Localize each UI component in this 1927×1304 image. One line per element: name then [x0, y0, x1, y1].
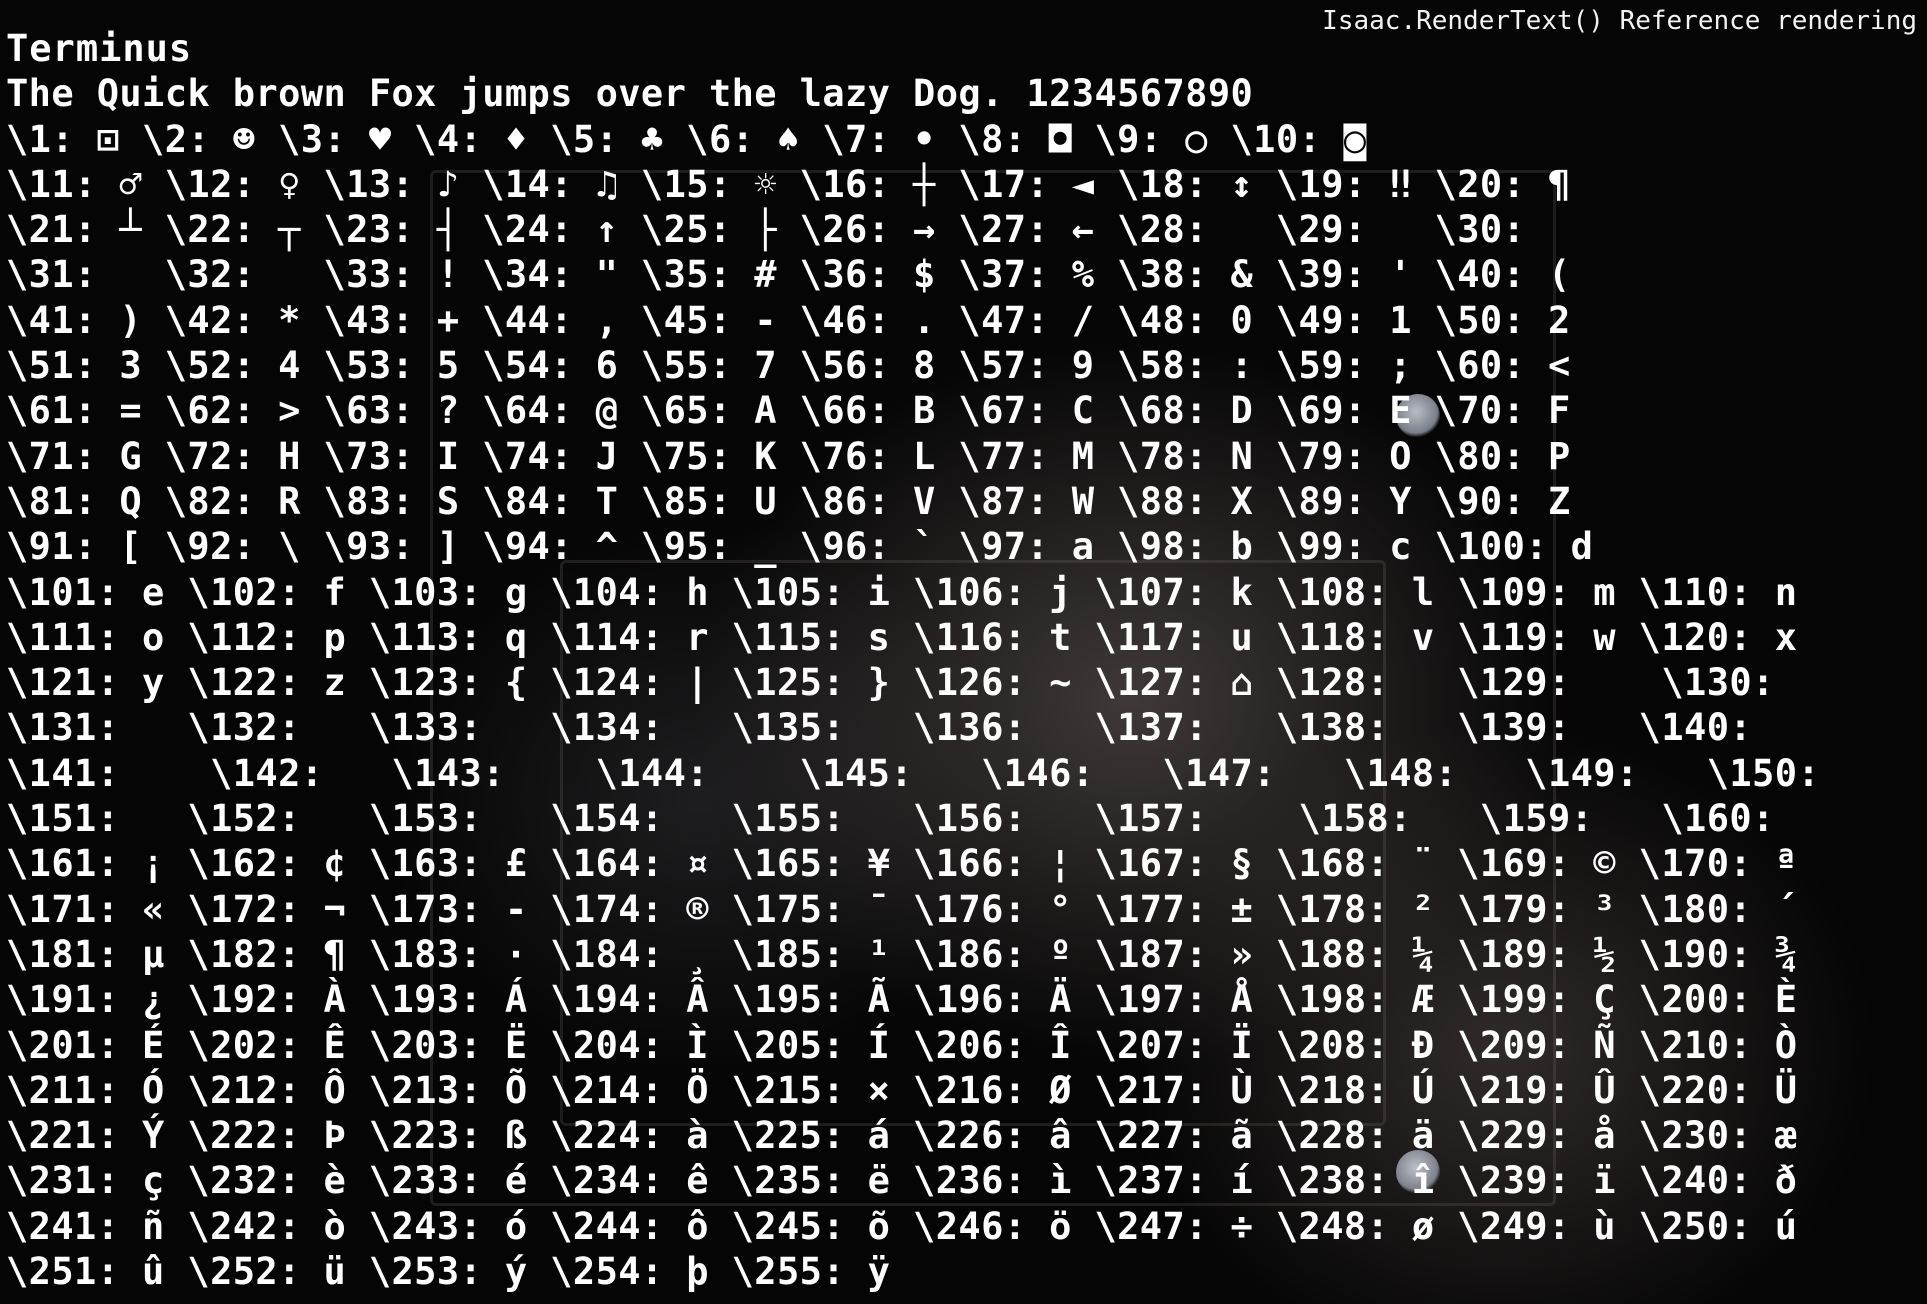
character-row: \51: 3 \52: 4 \53: 5 \54: 6 \55: 7 \56: …	[6, 344, 1571, 388]
character-row: \21: ┴ \22: ┬ \23: ┤ \24: ↑ \25: ├ \26: …	[6, 208, 1526, 252]
character-row: \91: [ \92: \ \93: ] \94: ^ \95: _ \96: …	[6, 525, 1594, 569]
sample-text-line: The Quick brown Fox jumps over the lazy …	[6, 72, 1254, 116]
character-row: \231: ç \232: è \233: é \234: ê \235: ë …	[6, 1159, 1798, 1203]
character-row: \181: µ \182: ¶ \183: · \184: ¸ \185: ¹ …	[6, 932, 1798, 976]
character-row: \141: \142: \143: \144: \145: \146: \147…	[6, 751, 1821, 795]
character-row: \151: \152: \153: \154: \155: \156: \157…	[6, 797, 1775, 841]
character-row: \31: \32: \33: ! \34: " \35: # \36: $ \3…	[6, 253, 1571, 297]
character-row: \1: ⊡ \2: ☻ \3: ♥ \4: ♦ \5: ♣ \6: ♠ \7: …	[6, 117, 1367, 161]
character-row: \211: Ó \212: Ô \213: Õ \214: Ö \215: × …	[6, 1068, 1798, 1112]
character-row: \171: « \172: ¬ \173: - \174: ® \175: ¯ …	[6, 887, 1798, 931]
character-row: \131: \132: \133: \134: \135: \136: \137…	[6, 706, 1753, 750]
character-row: \241: ñ \242: ò \243: ó \244: ô \245: õ …	[6, 1204, 1798, 1248]
character-row: \221: Ý \222: Þ \223: ß \224: à \225: á …	[6, 1114, 1798, 1158]
character-row: \201: É \202: Ê \203: Ë \204: Ì \205: Í …	[6, 1023, 1798, 1067]
character-row: \101: e \102: f \103: g \104: h \105: i …	[6, 570, 1798, 614]
character-row: \61: = \62: > \63: ? \64: @ \65: A \66: …	[6, 389, 1571, 433]
character-row: \121: y \122: z \123: { \124: | \125: } …	[6, 661, 1775, 705]
character-row: \251: û \252: ü \253: ý \254: þ \255: ÿ	[6, 1250, 891, 1294]
character-row: \111: o \112: p \113: q \114: r \115: s …	[6, 615, 1798, 659]
character-table: \1: ⊡ \2: ☻ \3: ♥ \4: ♦ \5: ♣ \6: ♠ \7: …	[6, 117, 1919, 1295]
character-row: \161: ¡ \162: ¢ \163: £ \164: ¤ \165: ¥ …	[6, 842, 1798, 886]
character-row: \191: ¿ \192: À \193: Á \194: Â \195: Ã …	[6, 978, 1798, 1022]
character-row: \11: ♂ \12: ♀ \13: ♪ \14: ♫ \15: ☼ \16: …	[6, 162, 1571, 206]
font-reference-text: Terminus The Quick brown Fox jumps over …	[6, 26, 1919, 1294]
character-row: \81: Q \82: R \83: S \84: T \85: U \86: …	[6, 479, 1571, 523]
font-name-label: Terminus	[6, 27, 193, 70]
character-row: \41: ) \42: * \43: + \44: , \45: - \46: …	[6, 298, 1571, 342]
character-row: \71: G \72: H \73: I \74: J \75: K \76: …	[6, 434, 1571, 478]
